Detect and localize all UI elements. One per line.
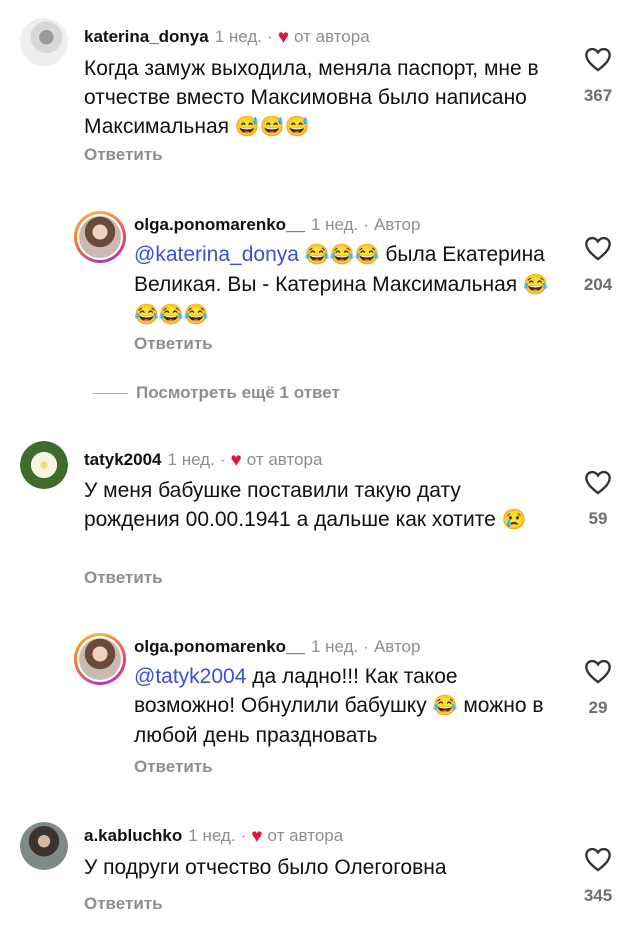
avatar[interactable]	[74, 211, 126, 263]
author-tag: Автор	[373, 637, 421, 656]
separator-dot: ·	[219, 450, 226, 469]
author-heart-icon: ♥	[230, 449, 242, 471]
mention-link[interactable]: @tatyk2004	[134, 665, 246, 688]
like-control: 367	[568, 46, 628, 106]
heart-outline-icon[interactable]	[584, 46, 612, 72]
emoji-group: 😂	[432, 695, 458, 717]
heart-outline-icon[interactable]	[584, 469, 612, 495]
comment-text: У меня бабушке поставили такую дату рожд…	[84, 476, 554, 535]
author-heart-icon: ♥	[277, 26, 289, 48]
timestamp: 1 нед.	[188, 826, 236, 845]
avatar[interactable]	[20, 441, 68, 489]
like-control: 29	[568, 658, 628, 718]
avatar[interactable]	[74, 633, 126, 685]
author-tag: Автор	[373, 215, 421, 234]
heart-outline-icon[interactable]	[584, 846, 612, 872]
username[interactable]: katerina_donya	[84, 27, 209, 47]
comment-meta: olga.ponomarenko__ 1 нед. · Автор	[134, 215, 420, 235]
timestamp: 1 нед.	[310, 637, 359, 656]
username[interactable]: tatyk2004	[84, 450, 162, 470]
separator-dot: ·	[363, 637, 369, 656]
heart-outline-icon[interactable]	[584, 658, 612, 684]
comment-body: У меня бабушке поставили такую дату рожд…	[84, 479, 496, 531]
reply-button[interactable]: Ответить	[134, 757, 213, 777]
reply-button[interactable]: Ответить	[84, 145, 163, 165]
author-liked-label: от автора	[246, 450, 323, 469]
mention-link[interactable]: @katerina_donya	[134, 243, 299, 266]
comment-meta: katerina_donya 1 нед. · ♥ от автора	[84, 27, 370, 47]
comment-text: @katerina_donya 😂😂😂 была Екатерина Велик…	[134, 240, 554, 330]
comment-body: Когда замуж выходила, меняла паспорт, мн…	[84, 57, 539, 138]
reply-button[interactable]: Ответить	[134, 334, 213, 354]
comment-meta: a.kabluchko 1 нед. · ♥ от автора	[84, 826, 343, 846]
username[interactable]: olga.ponomarenko__	[134, 215, 305, 235]
like-count: 204	[583, 275, 613, 294]
comment-text: У подруги отчество было Олегоговна	[84, 853, 554, 882]
like-control: 59	[568, 469, 628, 529]
separator-dot: ·	[363, 215, 369, 234]
author-liked-label: от автора	[293, 27, 370, 46]
timestamp: 1 нед.	[310, 215, 359, 234]
author-heart-icon: ♥	[251, 825, 263, 847]
comment-text: Когда замуж выходила, меняла паспорт, мн…	[84, 54, 554, 142]
like-count: 345	[583, 886, 613, 905]
reply-button[interactable]: Ответить	[84, 568, 163, 588]
comment-text: @tatyk2004 да ладно!!! Как такое возможн…	[134, 662, 554, 750]
view-more-replies[interactable]: Посмотреть ещё 1 ответ	[92, 383, 340, 403]
like-control: 345	[568, 846, 628, 906]
comment-meta: olga.ponomarenko__ 1 нед. · Автор	[134, 637, 420, 657]
separator-dot: ·	[267, 27, 273, 46]
separator-dot: ·	[240, 826, 247, 845]
emoji-group: 😅😅😅	[234, 116, 310, 138]
timestamp: 1 нед.	[214, 27, 263, 46]
reply-button[interactable]: Ответить	[84, 894, 163, 914]
like-control: 204	[568, 235, 628, 295]
view-more-label[interactable]: Посмотреть ещё 1 ответ	[136, 383, 340, 403]
heart-outline-icon[interactable]	[584, 235, 612, 261]
author-liked-label: от автора	[267, 826, 344, 845]
avatar[interactable]	[20, 822, 68, 870]
emoji-group: 😢	[501, 509, 527, 531]
username[interactable]: a.kabluchko	[84, 826, 182, 846]
avatar[interactable]	[20, 18, 68, 66]
like-count: 367	[583, 86, 613, 105]
timestamp: 1 нед.	[167, 450, 215, 469]
divider-line	[92, 392, 128, 394]
emoji-group: 😂😂😂	[304, 244, 380, 266]
username[interactable]: olga.ponomarenko__	[134, 637, 305, 657]
like-count: 59	[588, 509, 608, 528]
comment-meta: tatyk2004 1 нед. · ♥ от автора	[84, 450, 322, 470]
comment-body: У подруги отчество было Олегоговна	[84, 856, 447, 879]
like-count: 29	[588, 698, 608, 717]
